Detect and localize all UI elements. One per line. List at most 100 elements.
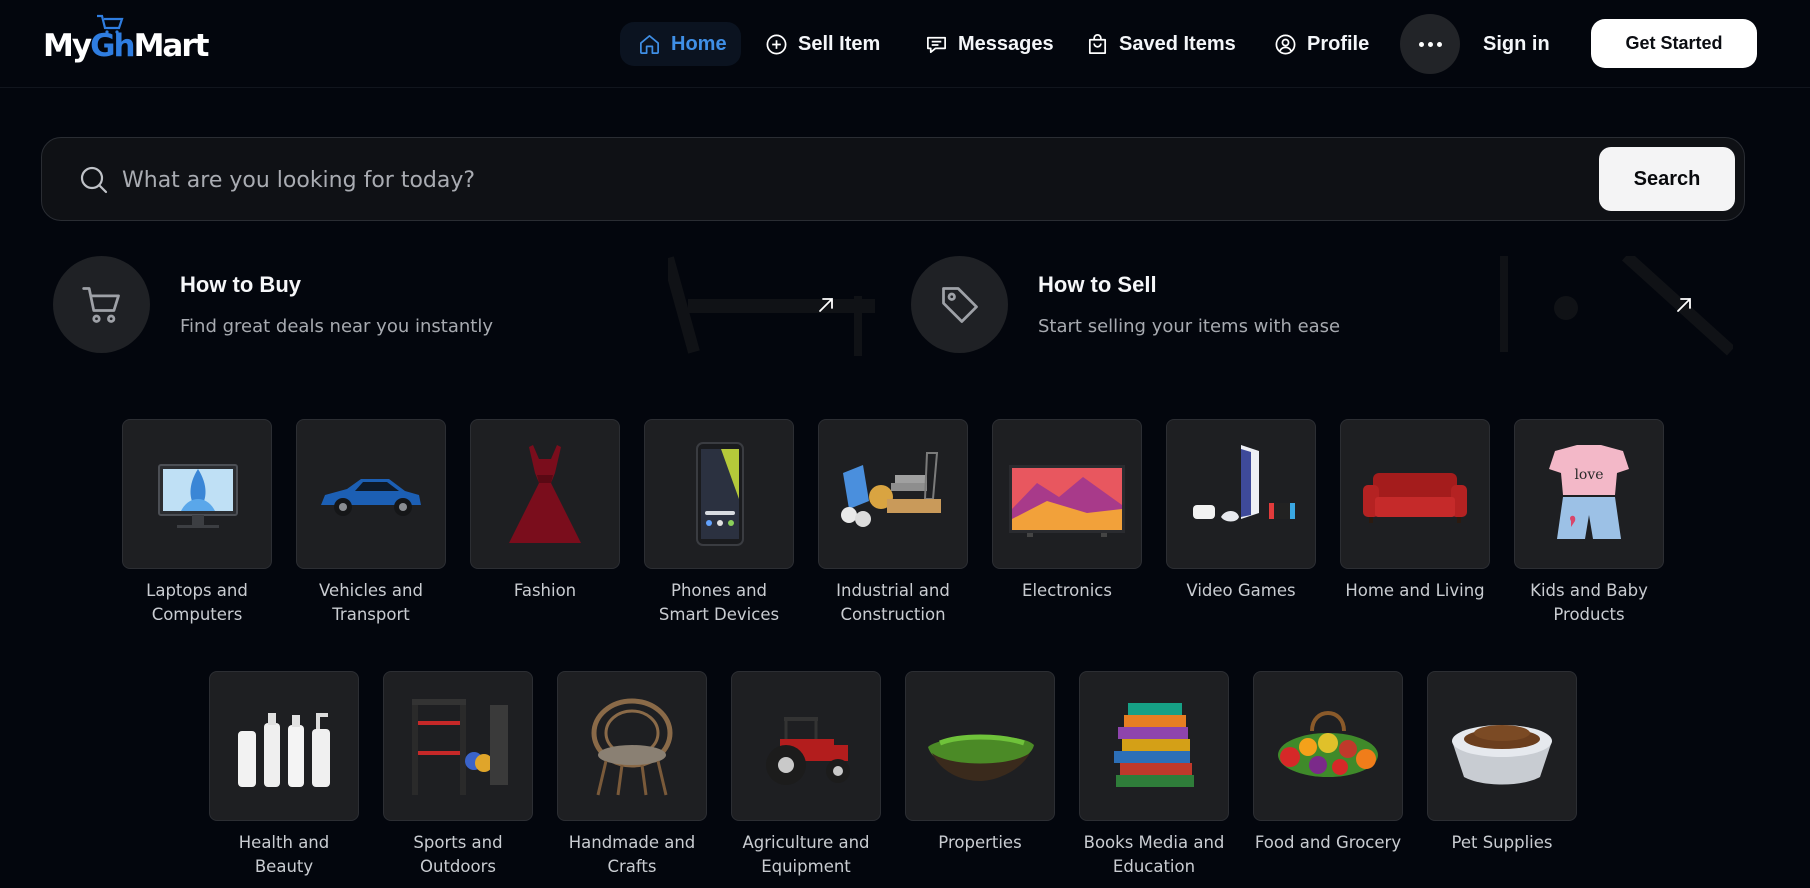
category-laptops-computers[interactable]: Laptops and Computers: [122, 419, 272, 627]
more-dot-icon: [1418, 41, 1424, 47]
message-icon: [927, 36, 946, 53]
nav-messages-label: Messages: [958, 32, 1054, 55]
category-video-games[interactable]: Video Games: [1166, 419, 1316, 603]
nav-saved-items[interactable]: Saved Items: [1086, 22, 1236, 66]
how-to-buy-subtitle: Find great deals near you instantly: [180, 316, 493, 337]
car-icon: [321, 479, 421, 516]
category-food-grocery[interactable]: Food and Grocery: [1253, 671, 1403, 855]
category-label: Phones and Smart Devices: [658, 581, 780, 624]
sign-in-link[interactable]: Sign in: [1483, 22, 1550, 66]
category-label: Kids and Baby Products: [1530, 581, 1648, 624]
construction-tools-icon: [841, 452, 941, 527]
decorative-shape: [1500, 256, 1733, 356]
category-tile: [1079, 671, 1229, 821]
more-menu-button[interactable]: [1400, 14, 1460, 74]
get-started-label: Get Started: [1625, 33, 1723, 53]
how-to-sell-icon-wrap: [911, 256, 1008, 353]
category-books-media-education[interactable]: Books Media and Education: [1079, 671, 1229, 879]
more-dot-icon: [1427, 41, 1433, 47]
how-to-sell-subtitle: Start selling your items with ease: [1038, 316, 1341, 337]
category-handmade-crafts[interactable]: Handmade and Crafts: [557, 671, 707, 879]
logo-text-suffix: Mart: [133, 28, 210, 64]
category-label: Books Media and Education: [1083, 833, 1225, 876]
sofa-icon: [1363, 473, 1467, 523]
category-tile: [209, 671, 359, 821]
tag-icon: [941, 286, 978, 323]
category-tile: [644, 419, 794, 569]
category-label: Home and Living: [1345, 581, 1485, 600]
category-properties[interactable]: Properties: [905, 671, 1055, 855]
category-electronics[interactable]: Electronics: [992, 419, 1142, 603]
category-label: Industrial and Construction: [836, 581, 950, 624]
category-label: Video Games: [1186, 581, 1296, 600]
search-button[interactable]: Search: [1599, 147, 1735, 211]
get-started-button[interactable]: Get Started: [1591, 19, 1757, 68]
dress-icon: [509, 445, 581, 543]
search-icon: [80, 166, 108, 194]
nav-sell-item[interactable]: Sell Item: [765, 22, 880, 66]
category-label: Food and Grocery: [1254, 833, 1402, 852]
category-label: Vehicles and Transport: [319, 581, 423, 624]
category-tile: [1340, 419, 1490, 569]
category-industrial-construction[interactable]: Industrial and Construction: [818, 419, 968, 627]
category-tile: love: [1514, 419, 1664, 569]
how-to-sell-card[interactable]: How to Sell Start selling your items wit…: [911, 256, 1733, 356]
category-tile: [383, 671, 533, 821]
nav-messages[interactable]: Messages: [925, 22, 1054, 66]
category-tile: [1166, 419, 1316, 569]
category-label: Properties: [938, 833, 1022, 852]
category-tile: [1427, 671, 1577, 821]
nav-profile[interactable]: Profile: [1274, 22, 1369, 66]
category-label: Fashion: [513, 581, 577, 600]
category-label: Handmade and Crafts: [568, 833, 696, 876]
category-tile: [905, 671, 1055, 821]
phone-icon: [696, 442, 744, 546]
category-tile: [1253, 671, 1403, 821]
monitor-icon: [158, 464, 238, 528]
nav-saved-items-label: Saved Items: [1119, 32, 1236, 55]
category-pet-supplies[interactable]: Pet Supplies: [1427, 671, 1577, 855]
category-tile: [992, 419, 1142, 569]
search-input[interactable]: [122, 158, 1422, 202]
category-tile: [296, 419, 446, 569]
how-to-buy-card[interactable]: How to Buy Find great deals near you ins…: [53, 256, 875, 356]
how-to-sell-title: How to Sell: [1038, 272, 1157, 297]
brand-logo[interactable]: MyGhMart: [43, 14, 210, 66]
category-label: Agriculture and Equipment: [742, 833, 870, 876]
rattan-chair-icon: [591, 698, 673, 796]
category-vehicles-transport[interactable]: Vehicles and Transport: [296, 419, 446, 627]
category-label: Laptops and Computers: [146, 581, 248, 624]
nav-home[interactable]: Home: [620, 22, 741, 66]
category-label: Health and Beauty: [238, 833, 330, 876]
category-agriculture-equipment[interactable]: Agriculture and Equipment: [731, 671, 881, 879]
category-label: Electronics: [1022, 581, 1112, 600]
logo-cart-icon: [97, 14, 124, 34]
gym-rack-icon: [412, 699, 508, 795]
category-kids-baby[interactable]: love Kids and Baby Products: [1514, 419, 1664, 627]
category-tile: [122, 419, 272, 569]
books-stack-icon: [1114, 703, 1194, 787]
sign-in-label: Sign in: [1483, 32, 1550, 55]
shopping-bag-icon: [1088, 33, 1107, 54]
category-home-living[interactable]: Home and Living: [1340, 419, 1490, 603]
category-phones-smart-devices[interactable]: Phones and Smart Devices: [644, 419, 794, 627]
plus-circle-icon: [766, 34, 787, 54]
game-console-icon: [1193, 445, 1295, 522]
tv-icon: [1009, 465, 1125, 537]
logo-text-prefix: My: [43, 28, 92, 64]
decorative-shape: [668, 256, 875, 356]
home-icon: [640, 34, 659, 54]
nav-home-label: Home: [671, 32, 727, 55]
how-to-buy-title: How to Buy: [180, 272, 301, 297]
kids-clothes-icon: love: [1549, 445, 1629, 539]
pet-bowl-icon: [1452, 725, 1552, 785]
svg-text:love: love: [1574, 467, 1603, 483]
arrow-up-right-icon: [1677, 298, 1691, 312]
land-plot-icon: [928, 734, 1034, 781]
category-health-beauty[interactable]: Health and Beauty: [209, 671, 359, 879]
nav-sell-item-label: Sell Item: [798, 32, 881, 55]
top-navbar: MyGhMart Home Sell Item Messages Saved I…: [0, 0, 1810, 88]
category-tile: [818, 419, 968, 569]
category-sports-outdoors[interactable]: Sports and Outdoors: [383, 671, 533, 879]
category-fashion[interactable]: Fashion: [470, 419, 620, 603]
